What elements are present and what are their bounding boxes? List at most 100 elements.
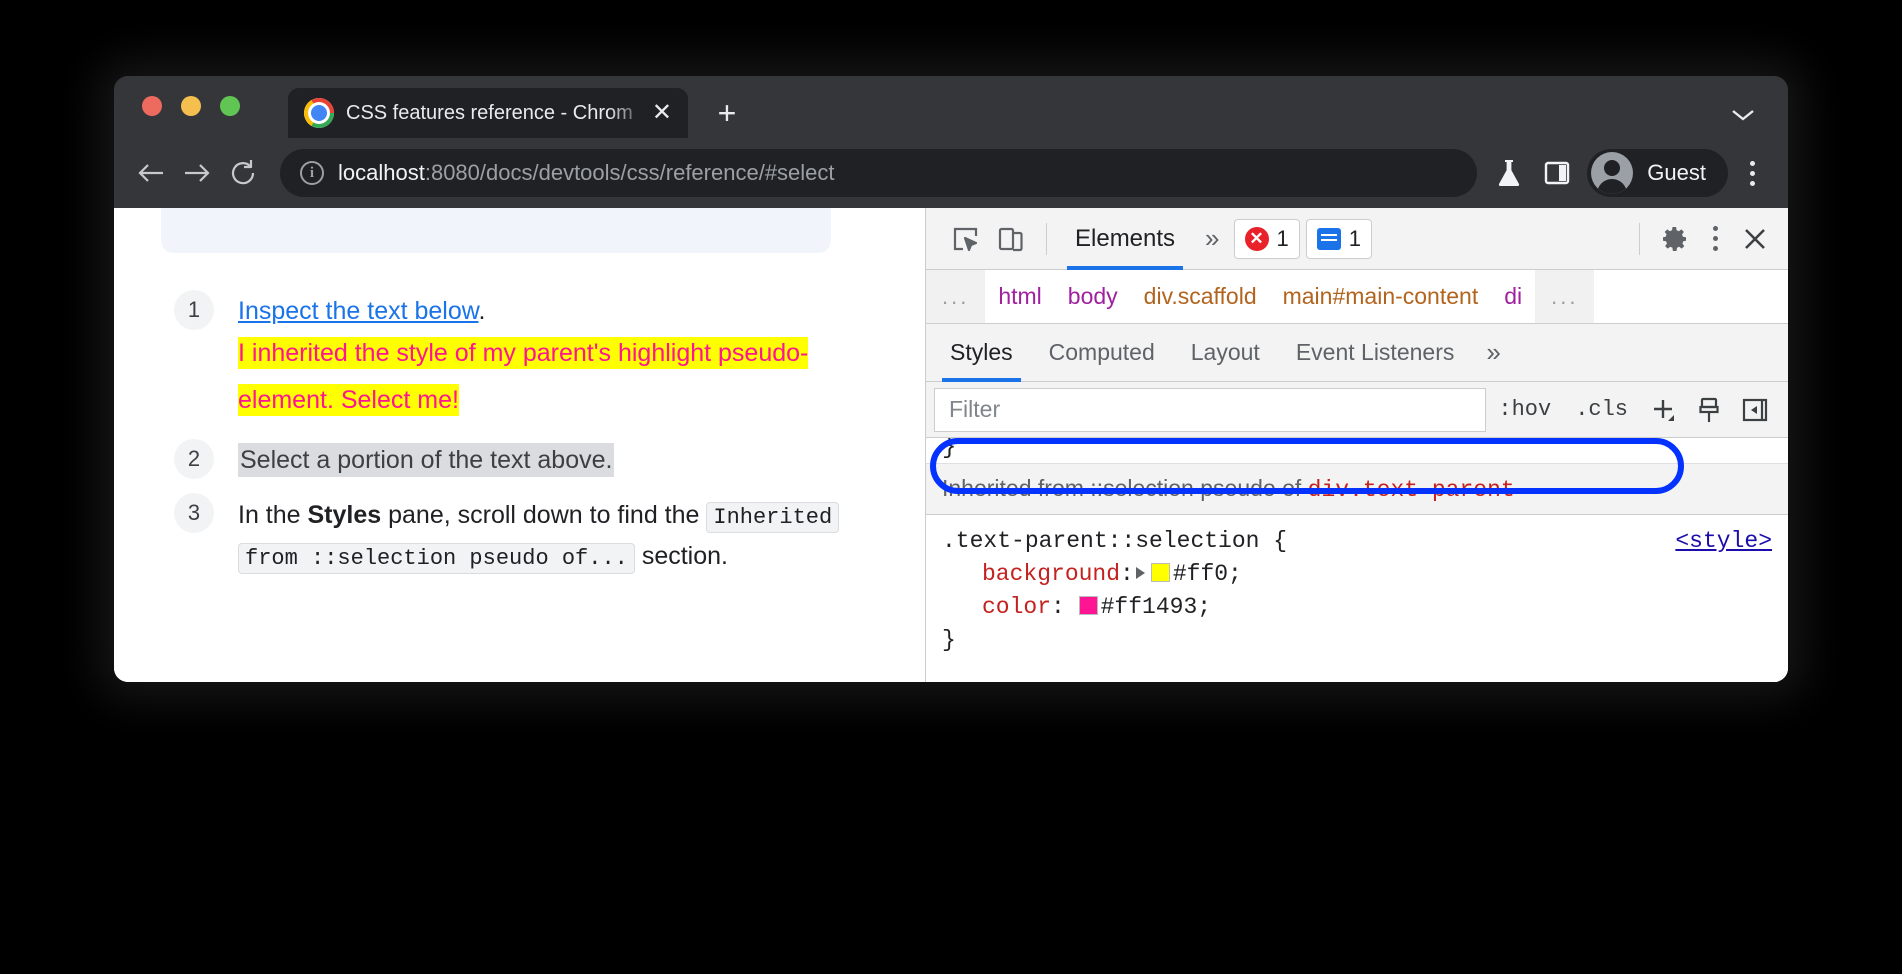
step-number: 1 [174,290,214,330]
message-counter[interactable]: 1 [1306,219,1372,259]
step-3-text-before: In the [238,501,308,529]
breadcrumb-label: div.scaffold [1144,283,1257,309]
step-period: . [478,297,485,325]
cls-button[interactable]: .cls [1563,397,1640,422]
tab-styles[interactable]: Styles [932,324,1031,382]
browser-tab-active[interactable]: CSS features reference - Chrom ✕ [288,88,688,138]
breadcrumb-item-div[interactable]: di [1491,283,1535,310]
css-property-background[interactable]: background [942,561,1120,587]
css-selector-line[interactable]: .text-parent::selection { [942,525,1772,558]
chevron-down-icon[interactable] [1726,98,1760,132]
error-count: 1 [1277,226,1289,252]
reload-button[interactable] [220,150,266,196]
tab-layout[interactable]: Layout [1173,324,1278,382]
list-item: 1 Inspect the text below. I inherited th… [174,290,874,425]
page-content: 1 Inspect the text below. I inherited th… [114,208,925,682]
inherited-selector[interactable]: div.text-parent [1308,477,1515,503]
css-property-color[interactable]: color [942,594,1051,620]
browser-tab-title: CSS features reference - Chrom [346,102,650,125]
viewport: 1 Inspect the text below. I inherited th… [114,208,1788,682]
profile-chip[interactable]: Guest [1587,149,1728,197]
css-colon: : [1051,594,1079,620]
maximize-window-button[interactable] [220,96,240,116]
site-info-icon[interactable]: i [300,161,324,185]
css-rule-block: .text-parent::selection { <style> backgr… [926,515,1788,657]
device-toolbar-icon[interactable] [988,216,1034,262]
chrome-menu-icon[interactable] [1734,149,1770,197]
breadcrumb-item-body[interactable]: body [1055,283,1131,310]
tab-strip: CSS features reference - Chrom ✕ + [114,76,1788,138]
more-panels-icon[interactable]: » [1191,223,1233,254]
step-3-text-after: section. [635,542,728,570]
breadcrumb-overflow-right[interactable]: ... [1535,270,1594,323]
devtools-panel: Elements » ✕ 1 1 [925,208,1788,682]
plus-icon[interactable] [1640,388,1686,432]
step-body: Select a portion of the text above. [238,439,874,479]
gear-icon[interactable] [1652,216,1698,262]
address-bar[interactable]: i localhost:8080/docs/devtools/css/refer… [280,149,1477,197]
step-3-text-mid: pane, scroll down to find the [381,501,706,529]
color-swatch-color[interactable] [1079,596,1098,615]
url-path: :8080/docs/devtools/css/reference/#selec… [425,160,835,185]
window-traffic-lights [142,96,240,116]
error-counter[interactable]: ✕ 1 [1234,219,1300,259]
step-body: In the Styles pane, scroll down to find … [238,493,874,581]
tab-elements[interactable]: Elements [1059,208,1191,270]
filter-input[interactable]: Filter [934,388,1486,432]
close-window-button[interactable] [142,96,162,116]
list-item: 3 In the Styles pane, scroll down to fin… [174,493,874,581]
tab-computed[interactable]: Computed [1031,324,1173,382]
browser-toolbar: i localhost:8080/docs/devtools/css/refer… [114,138,1788,208]
close-tab-icon[interactable]: ✕ [650,101,678,125]
browser-window: CSS features reference - Chrom ✕ + [114,76,1788,682]
styles-filter-bar: Filter :hov .cls [926,382,1788,438]
list-item: 2 Select a portion of the text above. [174,439,874,479]
message-icon [1317,228,1341,250]
styles-pane-tabs: Styles Computed Layout Event Listeners » [926,324,1788,382]
previous-rule-close-brace: } [926,438,1788,464]
css-value-background[interactable]: #ff0; [1173,561,1242,587]
step-number: 2 [174,439,214,479]
close-devtools-icon[interactable] [1732,216,1778,262]
inspect-element-icon[interactable] [942,216,988,262]
inherited-from-section-header[interactable]: Inherited from ::selection pseudo of div… [926,464,1788,515]
css-declaration[interactable]: color: #ff1493; [942,591,1772,624]
breadcrumb-item-main[interactable]: main#main-content [1270,283,1492,310]
chrome-logo-icon [304,98,334,128]
breadcrumb-item-div-scaffold[interactable]: div.scaffold [1131,283,1270,310]
step-number: 3 [174,493,214,533]
new-tab-button[interactable]: + [710,98,744,132]
page-banner [161,208,831,253]
devtools-toolbar: Elements » ✕ 1 1 [926,208,1788,270]
minimize-window-button[interactable] [181,96,201,116]
more-subtabs-icon[interactable]: » [1472,337,1514,368]
toolbar-divider [1639,223,1640,255]
inspect-text-link[interactable]: Inspect the text below [238,297,478,325]
css-declaration[interactable]: background:#ff0; [942,558,1772,591]
url-host: localhost [338,160,425,185]
steps-list: 1 Inspect the text below. I inherited th… [174,290,874,588]
breadcrumb-item-html[interactable]: html [985,283,1054,310]
forward-button[interactable] [174,150,220,196]
hov-button[interactable]: :hov [1486,397,1563,422]
flask-icon[interactable] [1485,149,1533,197]
back-button[interactable] [128,150,174,196]
kebab-menu-icon[interactable] [1698,216,1732,262]
avatar [1591,152,1633,194]
expand-shorthand-icon[interactable] [1136,567,1145,579]
side-panel-icon[interactable] [1533,149,1581,197]
toolbar-divider [1046,223,1047,255]
paint-brush-icon[interactable] [1686,388,1732,432]
tab-event-listeners[interactable]: Event Listeners [1278,324,1473,382]
step-2-text: Select a portion of the text above. [238,443,614,477]
selection-demo-text[interactable]: I inherited the style of my parent's hig… [238,337,808,417]
breadcrumb-label: main#main-content [1283,283,1479,309]
toggle-sidebar-icon[interactable] [1732,388,1778,432]
breadcrumb: ... html body div.scaffold main#main-con… [926,270,1788,324]
style-source-link[interactable]: <style> [1675,525,1772,558]
color-swatch-background[interactable] [1151,563,1170,582]
css-value-color[interactable]: #ff1493; [1101,594,1211,620]
step-body: Inspect the text below. I inherited the … [238,290,874,425]
profile-label: Guest [1647,160,1706,186]
breadcrumb-overflow-left[interactable]: ... [926,270,985,323]
